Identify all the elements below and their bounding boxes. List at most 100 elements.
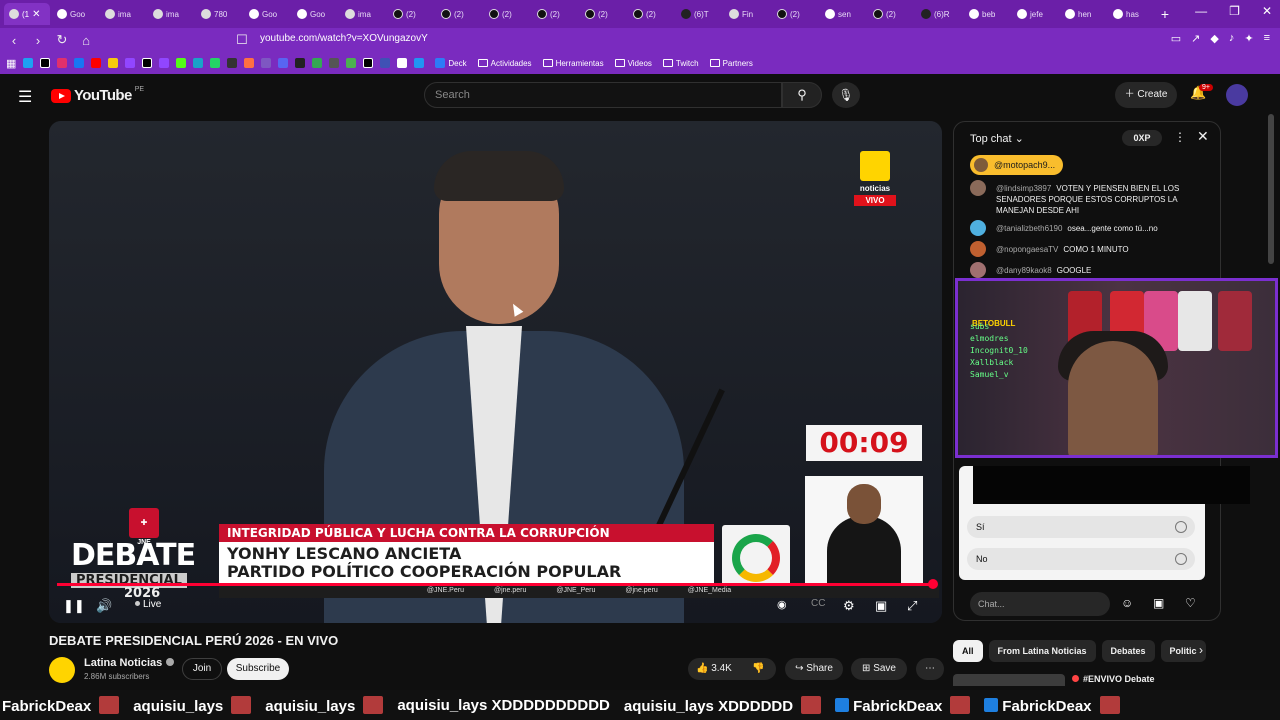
search-input[interactable]: Search xyxy=(424,82,782,108)
bookmark-icon[interactable] xyxy=(414,58,425,68)
kick-icon[interactable] xyxy=(176,58,187,68)
browser-tab[interactable]: (2) xyxy=(436,3,482,25)
youtube-logo[interactable]: YouTube PE xyxy=(51,86,144,104)
settings-gear-icon[interactable]: ⚙ xyxy=(843,598,855,614)
forward-icon[interactable]: › xyxy=(28,33,48,48)
whatsapp-icon[interactable] xyxy=(210,58,221,68)
browser-tab[interactable]: (2) xyxy=(868,3,914,25)
page-scrollbar[interactable] xyxy=(1268,114,1274,264)
filter-chip[interactable]: From Latina Noticias xyxy=(988,640,1096,662)
bookmark-icon[interactable] xyxy=(244,58,255,68)
cast-icon[interactable]: ▭ xyxy=(1171,32,1181,45)
browser-tab[interactable]: Fin xyxy=(724,3,770,25)
bookmark-folder-videos[interactable]: Videos xyxy=(614,59,652,68)
browser-tab[interactable]: (1 ✕ xyxy=(4,3,50,25)
emoji-icon[interactable]: ☺ xyxy=(1121,596,1133,610)
browser-tab[interactable]: has xyxy=(1108,3,1154,25)
bookmark-folder-herramientas[interactable]: Herramientas xyxy=(542,59,604,68)
fullscreen-icon[interactable]: ⤢ xyxy=(907,598,917,614)
music-icon[interactable]: ♪ xyxy=(1229,32,1235,45)
create-button[interactable]: ＋ Create xyxy=(1115,82,1177,108)
join-button[interactable]: Join xyxy=(182,658,222,680)
more-actions-button[interactable]: ⋯ xyxy=(916,658,944,680)
hamburger-menu-icon[interactable]: ☰ xyxy=(18,87,32,107)
search-button[interactable]: ⚲ xyxy=(782,82,822,108)
bookmark-icon[interactable] xyxy=(295,58,306,68)
browser-tab[interactable]: ima xyxy=(340,3,386,25)
bookmark-icon[interactable] xyxy=(261,58,272,68)
voice-search-button[interactable]: 🎙 xyxy=(832,82,860,108)
related-video-thumbnail[interactable] xyxy=(953,674,1065,686)
browser-tab[interactable]: (6)R xyxy=(916,3,962,25)
channel-name[interactable]: Latina Noticias xyxy=(84,657,175,669)
bookmark-icon[interactable] xyxy=(363,58,374,68)
bookmark-icon[interactable] xyxy=(312,58,323,68)
browser-tab[interactable]: hen xyxy=(1060,3,1106,25)
facebook-icon[interactable] xyxy=(74,58,85,68)
shield-icon[interactable]: ◆ xyxy=(1210,32,1218,45)
browser-tab[interactable]: (2) xyxy=(580,3,626,25)
browser-tab[interactable]: ima xyxy=(148,3,194,25)
account-avatar[interactable] xyxy=(1226,84,1248,106)
bookmark-icon[interactable] xyxy=(227,58,238,68)
reload-icon[interactable]: ↻ xyxy=(52,32,72,48)
browser-tab[interactable]: (2) xyxy=(388,3,434,25)
twitch-icon[interactable] xyxy=(125,58,136,68)
pinned-supporter-chip[interactable]: @motopach9... xyxy=(970,155,1064,175)
close-window-icon[interactable]: ✕ xyxy=(1262,4,1272,18)
x-icon[interactable] xyxy=(142,58,153,68)
subtitles-icon[interactable]: CC xyxy=(811,598,825,609)
filter-chip[interactable]: Debates xyxy=(1101,640,1155,662)
channel-avatar[interactable] xyxy=(49,657,75,683)
video-player[interactable]: noticias VIVO 00:09 ✚ JNE DEBATE PRESIDE… xyxy=(49,121,942,623)
related-video-title[interactable]: #ENVIVO Debate xyxy=(1072,674,1155,684)
bookmark-folder-partners[interactable]: Partners xyxy=(709,59,753,68)
browser-tab[interactable]: beb xyxy=(964,3,1010,25)
back-icon[interactable]: ‹ xyxy=(4,33,24,48)
subscribe-button[interactable]: Subscribe xyxy=(227,658,289,680)
bookmark-icon[interactable] xyxy=(397,58,408,68)
chevron-right-icon[interactable]: › xyxy=(1199,643,1203,657)
browser-tab[interactable]: (2) xyxy=(772,3,818,25)
browser-tab[interactable]: (2) xyxy=(532,3,578,25)
apps-icon[interactable]: ▦ xyxy=(6,57,16,70)
url-field[interactable]: youtube.com/watch?v=XOVungazovY xyxy=(260,33,428,44)
share-button[interactable]: ↪ Share xyxy=(785,658,843,680)
browser-tab[interactable]: Goo xyxy=(52,3,98,25)
browser-tab[interactable]: Goo xyxy=(244,3,290,25)
extensions-icon[interactable]: ✦ xyxy=(1244,32,1253,45)
chat-input[interactable]: Chat... xyxy=(970,592,1110,616)
minimize-icon[interactable]: — xyxy=(1195,4,1207,18)
heart-icon[interactable]: ♡ xyxy=(1185,596,1196,610)
browser-tab[interactable]: (2) xyxy=(628,3,674,25)
browser-tab[interactable]: (6)T xyxy=(676,3,722,25)
browser-tab[interactable]: ima xyxy=(100,3,146,25)
super-chat-icon[interactable]: ▣ xyxy=(1153,596,1164,610)
poll-option-no[interactable]: No xyxy=(967,548,1195,570)
save-button[interactable]: ⊞ Save xyxy=(851,658,907,680)
bookmark-folder-actividades[interactable]: Actividades xyxy=(477,59,532,68)
close-chat-icon[interactable]: ✕ xyxy=(1197,128,1209,145)
tiktok-icon[interactable] xyxy=(40,58,51,68)
youtube-icon[interactable] xyxy=(91,58,102,68)
bookmark-icon[interactable] xyxy=(380,58,391,68)
autoplay-toggle-icon[interactable]: ◉ xyxy=(777,598,787,611)
volume-icon[interactable]: 🔊 xyxy=(96,598,112,614)
filter-chip[interactable]: All xyxy=(953,640,983,662)
poll-option-si[interactable]: Sí xyxy=(967,516,1195,538)
live-indicator[interactable]: Live xyxy=(135,599,161,610)
chat-mode-dropdown[interactable]: Top chat ⌄ xyxy=(970,132,1024,145)
like-button[interactable]: 👍 3.4K xyxy=(696,658,732,680)
pause-icon[interactable]: ❚❚ xyxy=(63,598,85,614)
xp-badge[interactable]: 0XP xyxy=(1122,130,1162,146)
twitch-icon[interactable] xyxy=(159,58,170,68)
dislike-button[interactable]: 👎 xyxy=(752,658,764,680)
restore-icon[interactable]: ❐ xyxy=(1229,4,1240,18)
browser-tab[interactable]: jefe xyxy=(1012,3,1058,25)
bookmark-icon[interactable] xyxy=(23,58,34,68)
chat-more-icon[interactable]: ⋮ xyxy=(1174,130,1186,144)
bookmark-page-icon[interactable]: ☐ xyxy=(232,32,252,48)
new-tab-icon[interactable]: + xyxy=(1156,6,1174,22)
browser-tab[interactable]: sen xyxy=(820,3,866,25)
discord-icon[interactable] xyxy=(278,58,289,68)
